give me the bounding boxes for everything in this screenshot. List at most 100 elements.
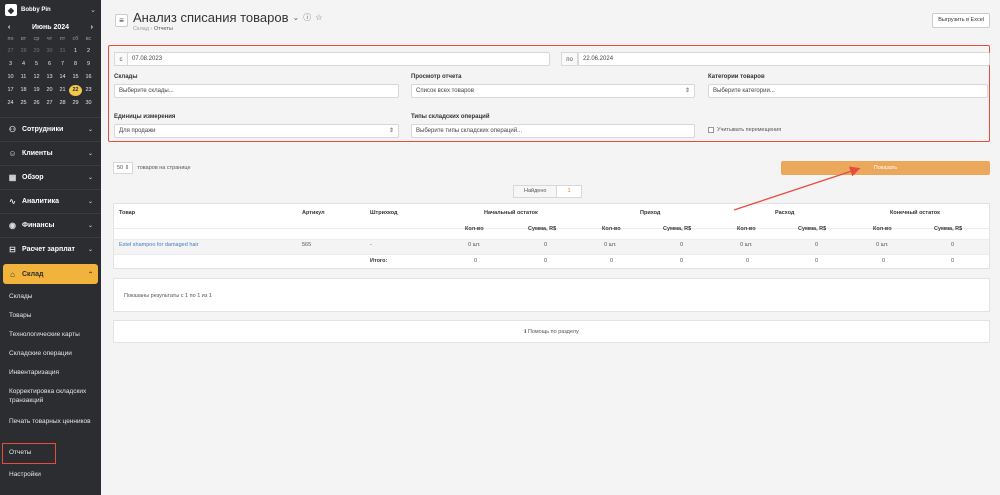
chevron-down-icon: ⌄ [90, 7, 96, 14]
calendar-day[interactable]: 31 [56, 46, 69, 57]
sidebar-item-clients[interactable]: ☺ Клиенты ⌄ [0, 141, 101, 165]
star-icon[interactable]: ☆ [315, 13, 322, 22]
calendar-day[interactable]: 13 [43, 72, 56, 83]
total-out-qty: 0 [746, 258, 750, 264]
product-link[interactable]: Estel shampoo for damaged hair [119, 242, 199, 248]
op-types-select[interactable]: Выберите типы складских операций... [411, 124, 695, 138]
calendar-day[interactable]: 24 [4, 98, 17, 109]
breadcrumb-root[interactable]: Склад [133, 26, 149, 32]
calendar-day[interactable]: 26 [30, 98, 43, 109]
submenu-item[interactable]: Отчеты [2, 443, 56, 464]
sidebar-item-overview[interactable]: ▦ Обзор ⌄ [0, 165, 101, 189]
chevron-down-icon: ⌄ [87, 175, 93, 181]
date-from-input[interactable]: 07.08.2023 [127, 52, 550, 66]
calendar-day[interactable]: 30 [82, 98, 95, 109]
calendar-day[interactable]: 28 [56, 98, 69, 109]
submenu-item[interactable]: Инвентаризация [0, 363, 101, 382]
per-page-text: товаров на странице [137, 165, 191, 171]
per-page-select[interactable]: 50 ⇕ [113, 162, 134, 174]
calendar-day[interactable]: 1 [69, 46, 82, 57]
calendar-day[interactable]: 25 [17, 98, 30, 109]
calendar-day[interactable]: 2 [82, 46, 95, 57]
calendar-day[interactable]: 9 [82, 59, 95, 70]
submenu-item[interactable]: Технологические карты [0, 325, 101, 344]
transfers-label: Учитывать перемещения [717, 127, 782, 133]
calendar-day[interactable]: 16 [82, 72, 95, 83]
col-product[interactable]: Товар [119, 210, 135, 216]
menu-toggle-button[interactable]: ≡ [115, 14, 128, 27]
col-article[interactable]: Артикул [302, 210, 325, 216]
cell-out-sum: 0 [815, 242, 819, 248]
calendar-day[interactable]: 30 [43, 46, 56, 57]
sidebar-item-warehouse[interactable]: ⌂ Склад ⌃ [3, 264, 98, 284]
sidebar-item-label: Расчет зарплат [22, 246, 75, 253]
sidebar-item-employees[interactable]: ⚇ Сотрудники ⌄ [0, 117, 101, 141]
sidebar-item-payroll[interactable]: ⊟ Расчет зарплат ⌄ [0, 237, 101, 261]
per-page-value: 50 [117, 165, 124, 171]
submenu-item[interactable]: Настройки [0, 465, 101, 484]
calendar-day[interactable]: 10 [4, 72, 17, 83]
calendar-day[interactable]: 27 [43, 98, 56, 109]
calendar-day[interactable]: 18 [17, 85, 30, 96]
calendar-next-button[interactable]: › [91, 24, 93, 31]
info-icon: ℹ [524, 329, 527, 335]
calendar-day[interactable]: 7 [56, 59, 69, 70]
calendar-day[interactable]: 14 [56, 72, 69, 83]
calendar-day[interactable]: 5 [30, 59, 43, 70]
calendar-weekday: вт [20, 36, 27, 42]
report-view-select[interactable]: Список всех товаров ⇕ [411, 84, 695, 98]
export-excel-button[interactable]: Выгрузить в Excel [932, 13, 990, 28]
calendar-weekday: вс [85, 36, 92, 42]
sub-end-qty: Кол-во [873, 226, 892, 232]
help-link[interactable]: ℹ Помощь по разделу [113, 320, 990, 343]
sidebar-item-analytics[interactable]: ∿ Аналитика ⌄ [0, 189, 101, 213]
submenu-item[interactable]: Склады [0, 287, 101, 306]
warehouses-select[interactable]: Выберите склады... [114, 84, 399, 98]
sub-out-sum: Сумма, R$ [798, 226, 827, 232]
submenu-item[interactable]: Товары [0, 306, 101, 325]
info-icon[interactable]: ⓘ [303, 12, 311, 23]
sub-start-sum: Сумма, R$ [528, 226, 557, 232]
total-in-qty: 0 [610, 258, 614, 264]
calendar-day[interactable]: 27 [4, 46, 17, 57]
calendar-day[interactable]: 15 [69, 72, 82, 83]
sidebar-item-label: Сотрудники [22, 126, 64, 133]
sidebar-item-label: Финансы [22, 222, 55, 229]
chevron-down-icon[interactable]: ⌄ [293, 13, 300, 22]
categories-select[interactable]: Выберите категории... [708, 84, 988, 98]
calendar-day[interactable]: 19 [30, 85, 43, 96]
sidebar-item-label: Аналитика [22, 198, 60, 205]
submenu-item[interactable]: Складские операции [0, 344, 101, 363]
checkbox-box[interactable] [708, 127, 714, 133]
submenu-item[interactable]: Корректировка складских транзакций [0, 382, 101, 412]
mini-calendar: пн вт ср чт пт сб вс 27 28 29 30 31 1 2 3 4 5 6 7 8 9 10 11 12 1… [0, 35, 101, 109]
calendar-day[interactable]: 11 [17, 72, 30, 83]
calendar-day[interactable]: 8 [69, 59, 82, 70]
date-to-input[interactable]: 22.06.2024 [578, 52, 990, 66]
chevron-up-icon: ⌃ [87, 271, 93, 278]
chevron-down-icon: ⌄ [87, 151, 93, 157]
total-label: Итого: [370, 258, 388, 264]
show-button[interactable]: Показать [781, 161, 990, 175]
calendar-day[interactable]: 20 [43, 85, 56, 96]
calendar-day[interactable]: 21 [56, 85, 69, 96]
account-switcher[interactable]: ◆ Bobby Pin ⌄ [0, 0, 101, 20]
calendar-day[interactable]: 29 [30, 46, 43, 57]
calendar-day[interactable]: 23 [82, 85, 95, 96]
calendar-day-today[interactable]: 22 [69, 85, 82, 96]
units-select[interactable]: Для продажи ⇕ [114, 124, 399, 138]
calendar-day[interactable]: 6 [43, 59, 56, 70]
sidebar-item-finance[interactable]: ◉ Финансы ⌄ [0, 213, 101, 237]
calendar-day[interactable]: 4 [17, 59, 30, 70]
col-barcode[interactable]: Штрихкод [370, 210, 397, 216]
calendar-day[interactable]: 17 [4, 85, 17, 96]
total-start-sum: 0 [544, 258, 548, 264]
clients-icon: ☺ [8, 149, 17, 158]
calendar-day[interactable]: 3 [4, 59, 17, 70]
calendar-day[interactable]: 28 [17, 46, 30, 57]
calendar-prev-button[interactable]: ‹ [8, 24, 10, 31]
calendar-day[interactable]: 12 [30, 72, 43, 83]
transfers-checkbox[interactable]: Учитывать перемещения [708, 127, 781, 133]
calendar-day[interactable]: 29 [69, 98, 82, 109]
submenu-item[interactable]: Печать товарных ценников [0, 412, 101, 442]
